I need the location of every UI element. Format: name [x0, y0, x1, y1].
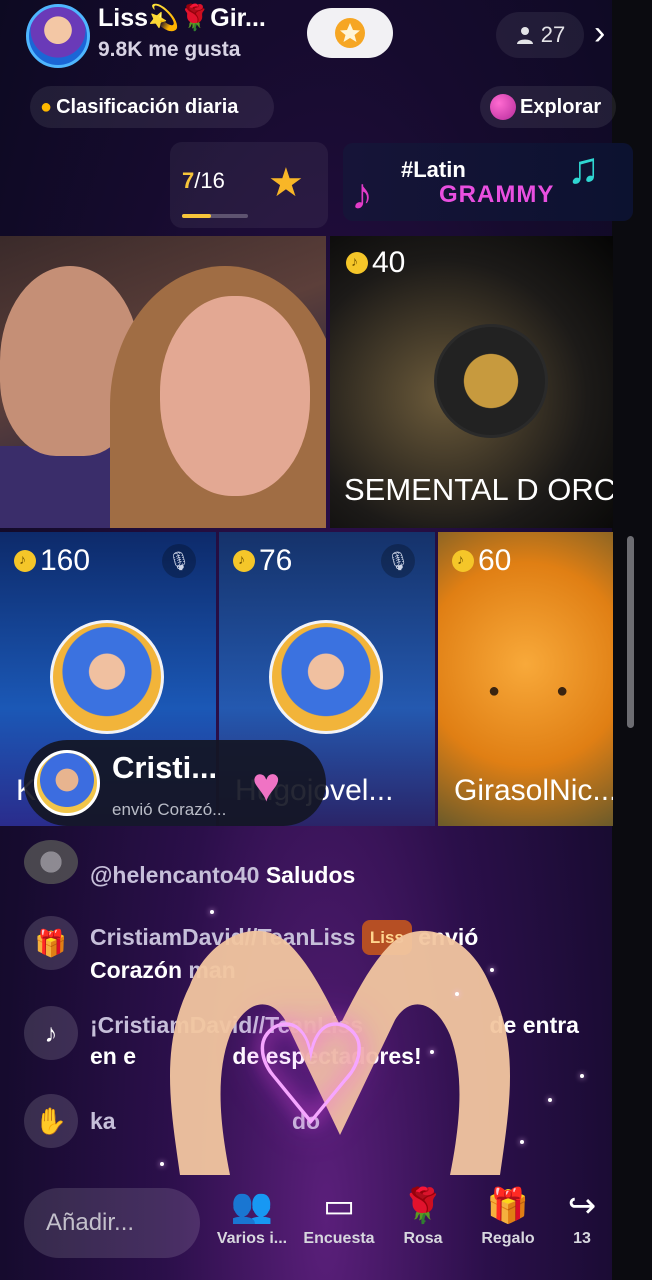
- rank-progress-fill: [182, 214, 212, 218]
- coin-icon: [346, 252, 368, 274]
- comment-input[interactable]: [24, 1188, 200, 1258]
- planet-icon: [490, 94, 516, 120]
- sender-avatar: [34, 750, 100, 816]
- coin-counter: 76: [233, 544, 292, 578]
- gift-icon: 🎁: [24, 916, 78, 970]
- host-face: [160, 296, 310, 496]
- poll-label: Encuesta: [303, 1230, 375, 1247]
- chat-message-1: @helencanto40 Saludos: [24, 858, 624, 894]
- guest-avatar: [50, 620, 164, 734]
- coin-value: 40: [372, 246, 406, 279]
- tiktok-logo-icon: ♪: [24, 1006, 78, 1060]
- mic-muted-icon: 🎙: [162, 544, 196, 578]
- host-likes: 9.8K me gusta: [98, 38, 241, 61]
- multi-guest-button[interactable]: 👥 Varios i...: [212, 1186, 292, 1248]
- guest-avatar: [269, 620, 383, 734]
- poll-button[interactable]: ▭ Encuesta: [299, 1186, 379, 1248]
- coin-counter: 40: [346, 246, 405, 280]
- sparkle: [160, 1162, 164, 1166]
- sparkle: [455, 992, 459, 996]
- guest-tile-semental[interactable]: 40 SEMENTAL D ORC: [330, 236, 613, 528]
- latin-grammy-banner[interactable]: ♪ #Latin GRAMMY ♫: [343, 143, 633, 221]
- multi-guest-icon: 👥: [230, 1187, 274, 1225]
- explore-label: Explorar: [520, 95, 602, 118]
- guest-avatar: [434, 324, 548, 438]
- rose-label: Rosa: [403, 1230, 443, 1247]
- poll-icon: ▭: [322, 1187, 356, 1225]
- coin-icon: [452, 550, 474, 572]
- gift-label: Regalo: [481, 1230, 535, 1247]
- gift-sender-name: Cristi...: [112, 750, 218, 785]
- glowing-heart-icon: ♡: [248, 997, 374, 1154]
- guest-name: SEMENTAL D ORC: [344, 472, 613, 507]
- coin-icon: [233, 550, 255, 572]
- music-notes-icon: ♫: [567, 144, 600, 193]
- flame-icon: ●: [40, 95, 53, 118]
- mic-muted-icon: 🎙: [381, 544, 415, 578]
- daily-ranking-chip[interactable]: ● Clasificación diaria: [30, 86, 274, 128]
- gift-button[interactable]: 🎁 Regalo: [468, 1186, 548, 1248]
- music-note-icon: ♪: [351, 170, 373, 219]
- host-video-tile[interactable]: [0, 236, 326, 528]
- chat-line: @helencanto40 Saludos: [90, 860, 355, 891]
- chevron-right-icon[interactable]: ›: [594, 14, 605, 53]
- sparkle: [580, 1074, 584, 1078]
- share-count: 13: [573, 1230, 591, 1247]
- daily-ranking-label: Clasificación diaria: [56, 95, 239, 118]
- rank-position: 7/16: [182, 168, 225, 193]
- coin-value: 60: [478, 544, 512, 577]
- sparkle: [548, 1098, 552, 1102]
- share-button[interactable]: ↪ 13: [552, 1186, 612, 1248]
- wave-hand-icon: ✋: [24, 1094, 78, 1148]
- sparkle: [210, 910, 214, 914]
- star-icon: ★: [268, 161, 304, 205]
- chat-body: Saludos: [265, 862, 356, 888]
- gift-notification: Cristi... envió Corazó... ♥: [24, 740, 326, 826]
- guest-name: GirasolNic...: [454, 774, 613, 807]
- host-avatar[interactable]: [26, 4, 90, 68]
- live-stream-screen: Liss💫🌹Gir... 9.8K me gusta 27 › ● Clasif…: [0, 0, 652, 1280]
- coin-value: 76: [259, 544, 293, 577]
- explore-chip[interactable]: Explorar: [480, 86, 616, 128]
- follow-button[interactable]: [307, 8, 393, 58]
- ranking-card[interactable]: 7/16 ★: [170, 142, 328, 228]
- sparkle: [490, 968, 494, 972]
- guest-tile-3[interactable]: 60 ●● GirasolNic...: [438, 532, 613, 826]
- viewer-count: 27: [540, 22, 566, 47]
- heart-gift-icon: ♥: [252, 759, 281, 812]
- host-name[interactable]: Liss💫🌹Gir...: [98, 4, 266, 33]
- gift-detail: envió Corazó...: [112, 800, 227, 819]
- chat-username[interactable]: ka: [90, 1108, 116, 1134]
- chat-username[interactable]: @helencanto40: [90, 862, 259, 888]
- coin-counter: 60: [452, 544, 511, 578]
- rose-icon: 🌹: [401, 1187, 445, 1225]
- person-icon: [516, 27, 533, 44]
- rose-button[interactable]: 🌹 Rosa: [383, 1186, 463, 1248]
- gift-icon: 🎁: [486, 1187, 530, 1225]
- coin-counter: 160: [14, 544, 90, 578]
- coin-value: 160: [40, 544, 91, 577]
- multi-guest-label: Varios i...: [216, 1230, 288, 1247]
- sparkle: [430, 1050, 434, 1054]
- rank-progress-bar: [182, 214, 248, 218]
- viewer-count-button[interactable]: 27: [496, 12, 584, 58]
- bottom-toolbar: 👥 Varios i... ▭ Encuesta 🌹 Rosa 🎁 Regalo…: [0, 1180, 613, 1280]
- banner-line1: #Latin: [401, 157, 466, 182]
- chat-body-line2: en e: [90, 1043, 137, 1069]
- sparkle: [520, 1140, 524, 1144]
- share-icon: ↪: [567, 1187, 597, 1225]
- banner-line2: GRAMMY: [439, 181, 555, 208]
- coin-icon: [14, 550, 36, 572]
- star-badge-icon: [335, 18, 365, 48]
- orange-face: ●●: [488, 680, 613, 702]
- scrollbar[interactable]: [627, 536, 634, 728]
